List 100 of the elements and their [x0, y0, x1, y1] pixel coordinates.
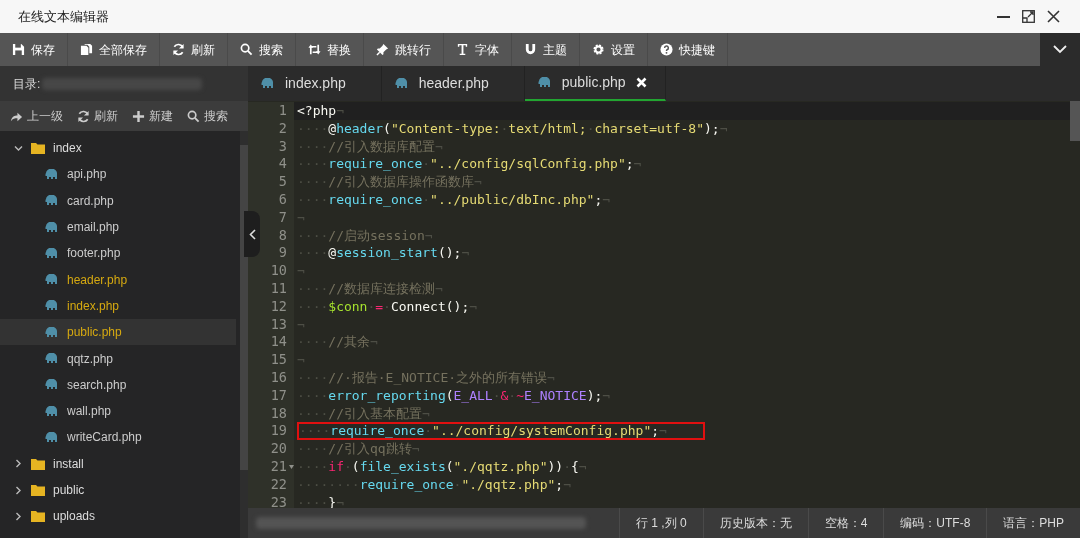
tree-item[interactable]: footer.php	[0, 240, 240, 267]
folder-icon	[31, 457, 45, 470]
line-number: 8	[278, 226, 287, 245]
code-line: ¬	[297, 351, 305, 369]
folder-icon	[31, 484, 45, 496]
line-number: 9	[278, 244, 287, 263]
code-line: ····require_once·"../public/dbInc.php";¬	[297, 191, 611, 209]
tree-item[interactable]: search.php	[0, 371, 240, 398]
elephant-icon	[536, 77, 552, 88]
elephant-icon	[44, 353, 59, 364]
pin-icon	[376, 43, 389, 56]
line-number: 7	[278, 208, 287, 227]
tree-item[interactable]: api.php	[0, 161, 240, 188]
maximize-icon[interactable]	[1022, 10, 1035, 23]
line-number: 21	[270, 457, 287, 476]
code-line: ····@header("Content-type:·text/html;·charset=utf-8");¬	[297, 119, 728, 138]
code-line: ····//其余¬	[297, 333, 378, 352]
line-number: 15	[270, 351, 287, 369]
editor-tab[interactable]: index.php	[248, 66, 382, 101]
elephant-icon	[44, 405, 59, 417]
copy-icon	[80, 43, 93, 56]
line-number: 13	[270, 315, 287, 334]
tree-item[interactable]: card.php	[0, 187, 240, 214]
elephant-icon	[44, 168, 59, 180]
tree-item[interactable]: index	[0, 135, 240, 162]
save-icon	[12, 43, 25, 56]
line-number: 4	[278, 155, 287, 174]
line-number: 23	[270, 493, 287, 508]
status-item: 行 1 ,列 0	[618, 508, 703, 538]
magnet-icon	[524, 43, 537, 56]
code-line: ¬	[297, 208, 305, 227]
tree-item[interactable]: index.php	[0, 292, 240, 320]
line-number: 18	[270, 404, 287, 423]
line-number: 20	[270, 440, 287, 458]
code-line: ····//引入数据库配置¬	[297, 137, 443, 156]
scrollbar[interactable]	[240, 131, 248, 538]
tree-item[interactable]: uploads	[0, 503, 240, 530]
window-title: 在线文本编辑器	[18, 7, 109, 26]
status-item: 编码：UTF-8	[883, 508, 987, 538]
close-icon[interactable]	[1047, 10, 1060, 23]
tree-item[interactable]: qqtz.php	[0, 345, 240, 372]
elephant-icon	[393, 78, 409, 89]
code-line: ········require_once·"./qqtz.php";¬	[297, 475, 571, 494]
plus-icon	[132, 109, 145, 123]
tree-item[interactable]: public	[0, 476, 240, 504]
line-number: 11	[270, 279, 287, 298]
sidebar-action-button[interactable]: 上一级	[10, 107, 63, 125]
elephant-icon	[44, 195, 59, 207]
line-number: 6	[278, 191, 287, 209]
tree-item[interactable]: email.php	[0, 213, 240, 241]
code-line: ····require_once·"../config/sqlConfig.php";¬	[297, 155, 642, 174]
collapse-sidebar-button[interactable]	[244, 211, 260, 257]
line-number: 14	[270, 333, 287, 352]
code-line: ····if·(file_exists("./qqtz.php"))·{¬	[297, 457, 587, 476]
code-line: ····//引入数据库操作函数库¬	[297, 173, 482, 191]
line-number: 5	[278, 173, 287, 191]
code-line: ····$conn·=·Connect();¬	[297, 297, 478, 316]
line-number: 12	[270, 297, 287, 316]
line-number: 19	[270, 422, 287, 441]
line-number: 2	[278, 119, 287, 138]
line-number: 16	[270, 368, 287, 387]
sidebar-action-button[interactable]: 刷新	[77, 107, 118, 125]
editor-tab[interactable]: header.php	[381, 66, 525, 101]
search-icon	[187, 109, 200, 123]
swap-arrows-icon	[308, 43, 321, 56]
dropdown-button[interactable]	[1040, 33, 1080, 66]
folder-icon	[31, 510, 45, 523]
elephant-icon	[44, 326, 59, 338]
tree-item[interactable]: header.php	[0, 266, 240, 293]
elephant-icon	[44, 300, 59, 312]
elephant-icon	[260, 78, 275, 89]
code-line: ····//引入基本配置¬	[297, 404, 430, 423]
folder-icon	[31, 142, 45, 155]
tree-item[interactable]: public.php	[0, 319, 236, 346]
code-line: ····//启动session¬	[297, 226, 433, 245]
elephant-icon	[44, 431, 59, 443]
sidebar-action-button[interactable]: 新建	[132, 107, 173, 125]
line-number: 22	[270, 475, 287, 494]
line-number: 1	[278, 102, 287, 120]
close-icon	[635, 77, 647, 88]
sidebar-action-button[interactable]: 搜索	[187, 107, 228, 125]
code-line: ····error_reporting(E_ALL·&·~E_NOTICE);¬	[297, 386, 611, 405]
tree-item[interactable]: wall.php	[0, 397, 240, 425]
elephant-icon	[44, 379, 59, 391]
elephant-icon	[44, 247, 59, 259]
text-icon	[456, 43, 469, 56]
code-line: ····//·报告·E_NOTICE·之外的所有错误¬	[297, 368, 555, 387]
tree-item[interactable]: install	[0, 450, 240, 477]
line-number: 3	[278, 137, 287, 156]
elephant-icon	[44, 274, 59, 286]
tree-item[interactable]: writeCard.php	[0, 424, 240, 451]
chevron-down-icon	[1053, 45, 1067, 54]
refresh-icon	[172, 43, 185, 56]
code-line: <?php¬	[297, 102, 344, 120]
refresh-icon	[77, 109, 90, 123]
search-icon	[240, 43, 253, 56]
code-line: ¬	[297, 262, 305, 280]
code-line: ····}¬	[297, 493, 344, 508]
status-item: 语言：PHP	[986, 508, 1080, 538]
elephant-icon	[44, 221, 59, 233]
